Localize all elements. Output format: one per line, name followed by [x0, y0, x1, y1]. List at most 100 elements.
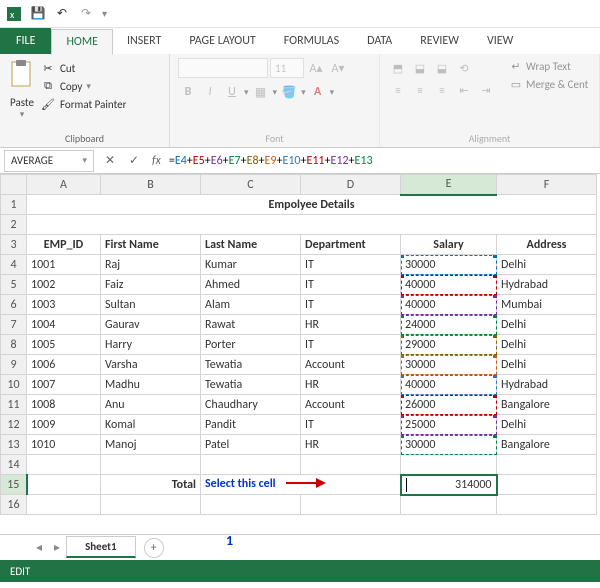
cell[interactable]: 1007	[27, 375, 101, 395]
salary-cell[interactable]: 24000	[401, 315, 497, 335]
cell[interactable]: Hydrabad	[497, 275, 597, 295]
row-header[interactable]: 13	[1, 435, 27, 455]
salary-cell[interactable]: 30000	[401, 255, 497, 275]
cell[interactable]: Account	[301, 355, 401, 375]
font-color-button[interactable]: A	[308, 82, 328, 102]
cell[interactable]: 1008	[27, 395, 101, 415]
fill-color-button[interactable]: 🪣	[279, 82, 299, 102]
save-icon[interactable]: 💾	[30, 6, 46, 22]
salary-cell[interactable]: 26000	[401, 395, 497, 415]
salary-cell[interactable]: 29000	[401, 335, 497, 355]
header-cell[interactable]: Salary	[401, 235, 497, 255]
merge-center-button[interactable]: ▭Merge & Cent	[508, 76, 588, 92]
bold-button[interactable]: B	[178, 82, 198, 102]
cell[interactable]: Sultan	[101, 295, 201, 315]
col-header-f[interactable]: F	[497, 175, 597, 195]
fx-icon[interactable]: fx	[146, 154, 167, 168]
cell[interactable]: 1004	[27, 315, 101, 335]
cell[interactable]: Kumar	[201, 255, 301, 275]
tab-view[interactable]: VIEW	[473, 28, 527, 54]
formula-input[interactable]: =E4+E5+E6+E7+E8+E9+E10+E11+E12+E13	[167, 154, 373, 168]
cell[interactable]: 1005	[27, 335, 101, 355]
cut-button[interactable]: ✂Cut	[40, 60, 126, 76]
col-header-c[interactable]: C	[201, 175, 301, 195]
cell[interactable]: Porter	[201, 335, 301, 355]
sheet-nav-prev-icon[interactable]: ◂	[30, 540, 48, 555]
row-header[interactable]: 2	[1, 215, 27, 235]
worksheet-grid[interactable]: A B C D E F 1 Empolyee Details 2 3 EMP_I…	[0, 174, 600, 534]
col-header-e[interactable]: E	[401, 175, 497, 195]
border-button[interactable]: ▦	[251, 82, 271, 102]
row-header[interactable]: 7	[1, 315, 27, 335]
cell[interactable]: Gaurav	[101, 315, 201, 335]
cell[interactable]: Raj	[101, 255, 201, 275]
align-top-icon[interactable]: ⬒	[388, 58, 408, 78]
cell[interactable]: Harry	[101, 335, 201, 355]
increase-font-icon[interactable]: A▴	[306, 58, 326, 78]
file-tab[interactable]: FILE	[0, 28, 51, 54]
undo-icon[interactable]: ↶	[54, 6, 70, 22]
align-center-icon[interactable]: ≡	[410, 80, 430, 100]
cell[interactable]: Pandit	[201, 415, 301, 435]
select-all-corner[interactable]	[1, 175, 27, 195]
cell[interactable]: Delhi	[497, 415, 597, 435]
cell[interactable]: Bangalore	[497, 395, 597, 415]
row-header[interactable]: 10	[1, 375, 27, 395]
cell[interactable]: Mumbai	[497, 295, 597, 315]
active-cell-e15[interactable]: 314000	[401, 475, 497, 495]
cell[interactable]: 1003	[27, 295, 101, 315]
row-header[interactable]: 9	[1, 355, 27, 375]
name-box[interactable]: AVERAGE▾	[4, 150, 94, 172]
cell[interactable]: Account	[301, 395, 401, 415]
row-header[interactable]: 3	[1, 235, 27, 255]
row-header[interactable]: 11	[1, 395, 27, 415]
header-cell[interactable]: EMP_ID	[27, 235, 101, 255]
salary-cell[interactable]: 40000	[401, 275, 497, 295]
cell[interactable]: Tewatia	[201, 375, 301, 395]
formula-enter-icon[interactable]: ✓	[122, 153, 146, 168]
cell[interactable]: Delhi	[497, 315, 597, 335]
indent-increase-icon[interactable]: ⇥	[476, 80, 496, 100]
font-family-select[interactable]	[178, 58, 268, 78]
salary-cell[interactable]: 40000	[401, 295, 497, 315]
cell[interactable]: Chaudhary	[201, 395, 301, 415]
italic-button[interactable]: I	[200, 82, 220, 102]
cell[interactable]: 1002	[27, 275, 101, 295]
align-middle-icon[interactable]: ⬓	[410, 58, 430, 78]
formula-cancel-icon[interactable]: ✕	[98, 153, 122, 168]
cell[interactable]: IT	[301, 295, 401, 315]
add-sheet-button[interactable]: +	[144, 538, 164, 558]
row-header[interactable]: 6	[1, 295, 27, 315]
sheet-tab[interactable]: Sheet1	[66, 536, 136, 558]
tab-insert[interactable]: INSERT	[113, 28, 175, 54]
col-header-d[interactable]: D	[301, 175, 401, 195]
cell[interactable]: 1009	[27, 415, 101, 435]
salary-cell[interactable]: 40000	[401, 375, 497, 395]
qat-dropdown-icon[interactable]: ▾	[102, 7, 107, 20]
row-header[interactable]: 1	[1, 195, 27, 215]
row-header[interactable]: 4	[1, 255, 27, 275]
row-header[interactable]: 15	[1, 475, 27, 495]
cell[interactable]: Hydrabad	[497, 375, 597, 395]
tab-formulas[interactable]: FORMULAS	[270, 28, 353, 54]
cell[interactable]: Tewatia	[201, 355, 301, 375]
cell[interactable]: IT	[301, 255, 401, 275]
tab-pagelayout[interactable]: PAGE LAYOUT	[175, 28, 269, 54]
format-painter-button[interactable]: 🖌Format Painter	[40, 96, 126, 112]
paste-label[interactable]: Paste	[10, 96, 34, 109]
cell[interactable]: Bangalore	[497, 435, 597, 455]
cell[interactable]: Delhi	[497, 255, 597, 275]
underline-button[interactable]: U	[222, 82, 242, 102]
cell[interactable]: Madhu	[101, 375, 201, 395]
copy-button[interactable]: ⧉Copy▾	[40, 78, 126, 94]
cell[interactable]: Anu	[101, 395, 201, 415]
header-cell[interactable]: Address	[497, 235, 597, 255]
cell[interactable]: IT	[301, 415, 401, 435]
cell[interactable]: HR	[301, 315, 401, 335]
total-label[interactable]: Total	[101, 475, 201, 495]
align-right-icon[interactable]: ≡	[432, 80, 452, 100]
align-left-icon[interactable]: ≡	[388, 80, 408, 100]
col-header-b[interactable]: B	[101, 175, 201, 195]
cell[interactable]: Delhi	[497, 355, 597, 375]
cell[interactable]: HR	[301, 375, 401, 395]
